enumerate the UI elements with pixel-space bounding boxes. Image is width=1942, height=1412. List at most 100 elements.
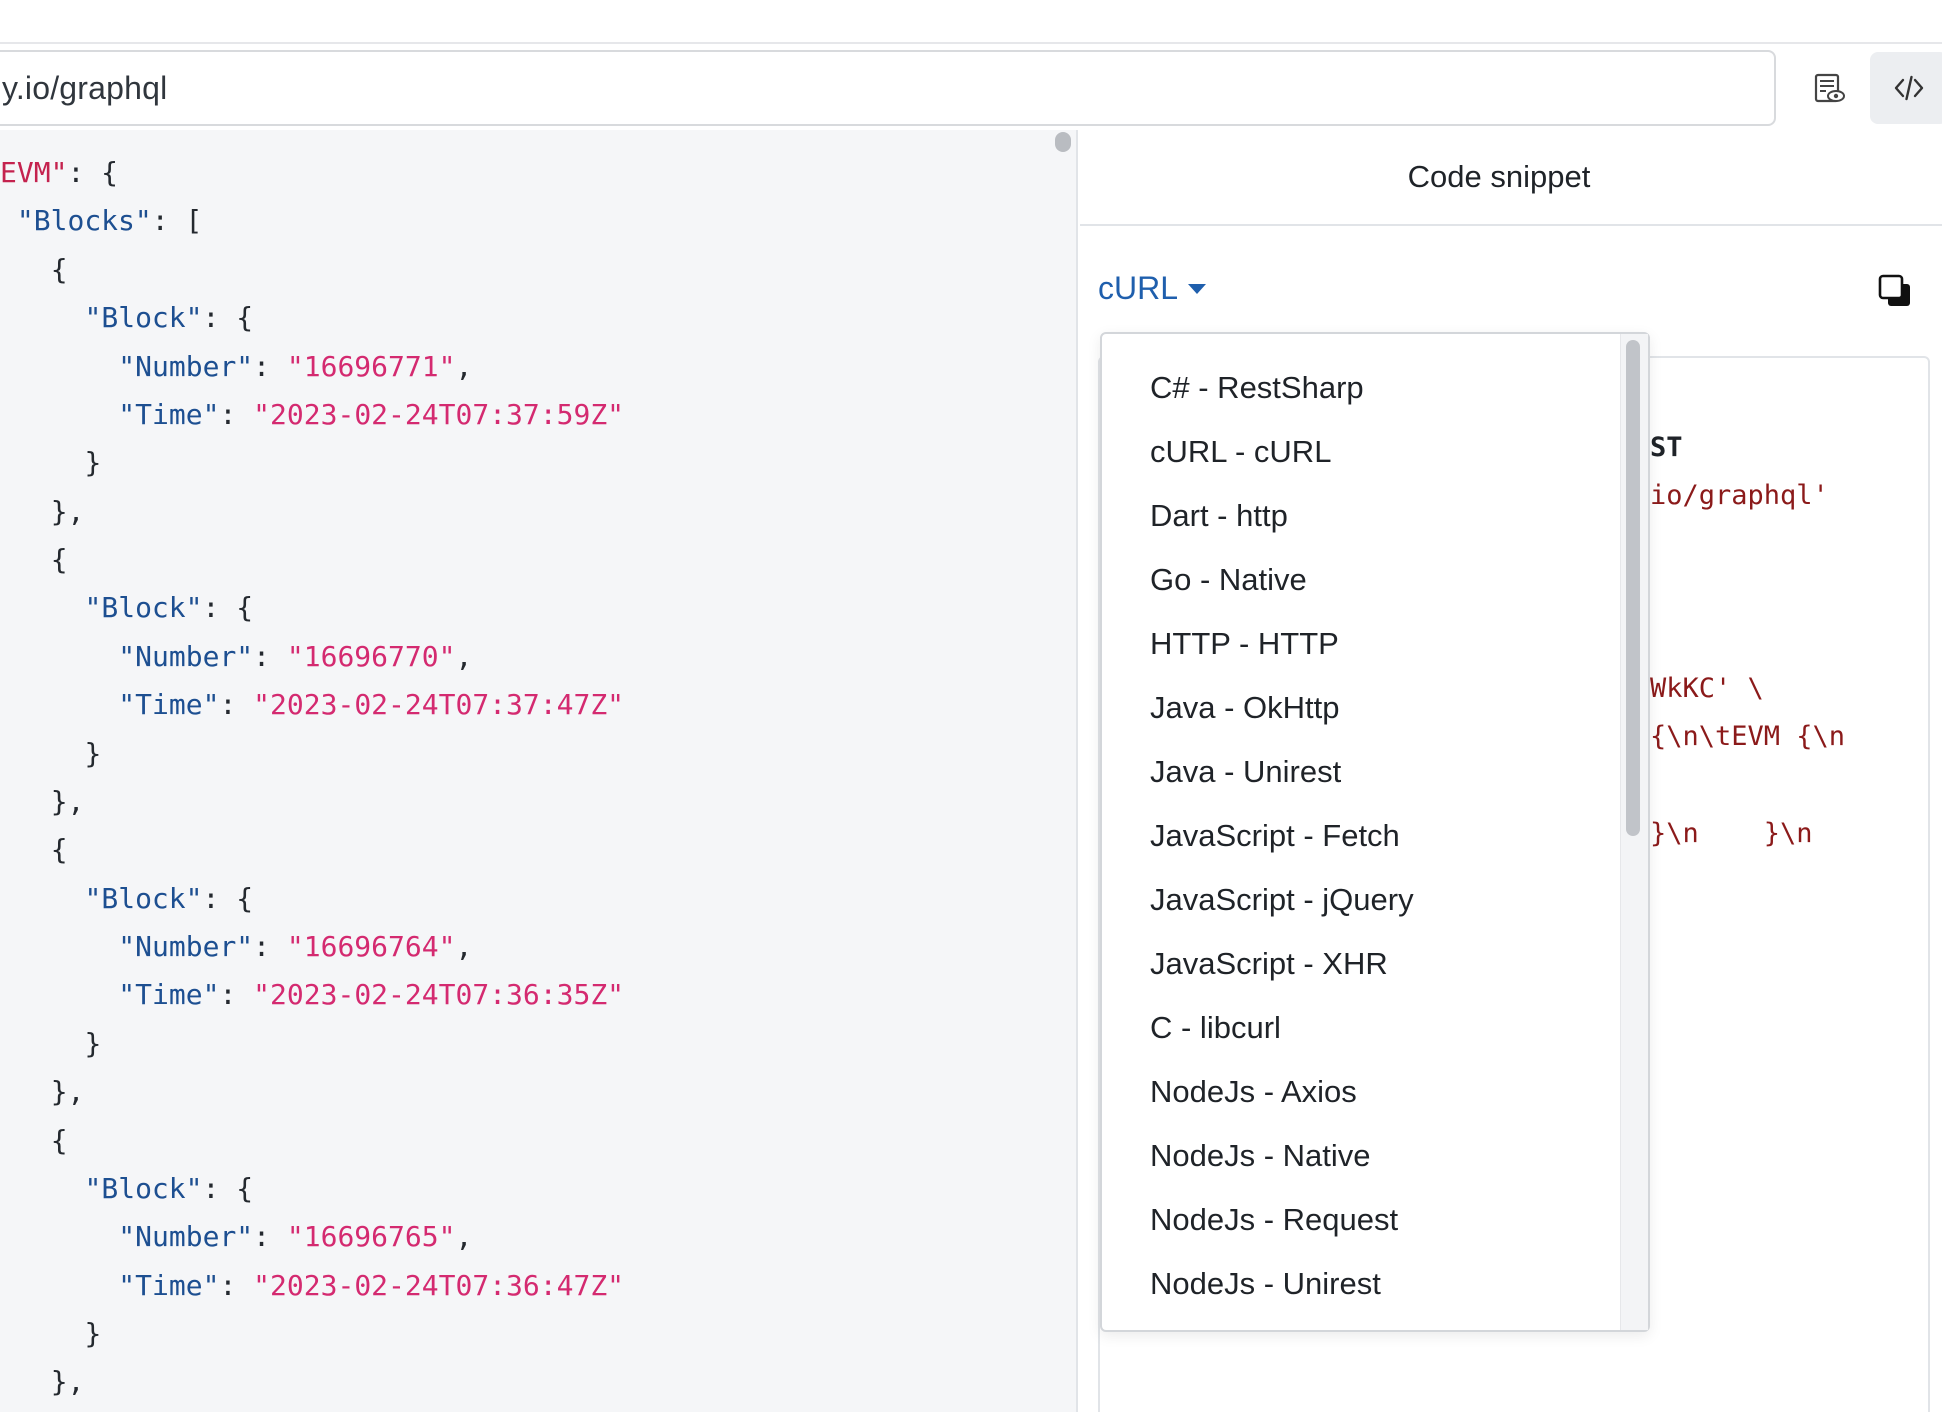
- language-menu-item[interactable]: JavaScript - jQuery: [1150, 872, 1414, 928]
- json-value: "16696765": [286, 1220, 456, 1254]
- snippet-code-line: WkKC' \: [1650, 673, 1764, 704]
- json-punct: : {: [67, 156, 119, 189]
- json-line: {: [51, 246, 68, 294]
- json-key: EVM": [0, 156, 68, 189]
- language-menu-item[interactable]: NodeJs - Request: [1150, 1192, 1398, 1248]
- response-json-pane[interactable]: EVM": {"Blocks": [{"Block": {"Number": "…: [0, 130, 1048, 1412]
- preview-button[interactable]: [1790, 52, 1868, 124]
- json-line: {: [51, 826, 68, 874]
- json-key: "Blocks": [16, 204, 152, 238]
- language-menu-item[interactable]: Go - Native: [1150, 552, 1307, 608]
- language-menu-item[interactable]: HTTP - HTTP: [1150, 616, 1339, 672]
- endpoint-url-field[interactable]: y.io/graphql: [0, 50, 1776, 126]
- json-line: {: [51, 1117, 68, 1165]
- json-line: "Blocks": [: [17, 197, 202, 245]
- json-punct: ,: [455, 349, 473, 383]
- json-line: "Block": {: [85, 584, 254, 632]
- json-line: EVM": {: [0, 149, 118, 197]
- json-value: "2023-02-24T07:37:59Z": [253, 397, 625, 431]
- json-punct: {: [50, 252, 68, 286]
- json-line: },: [51, 1068, 85, 1116]
- language-select[interactable]: cURL: [1098, 266, 1207, 310]
- json-line: "Block": {: [85, 875, 254, 923]
- json-value: "16696764": [286, 930, 456, 963]
- json-punct: :: [253, 639, 287, 673]
- json-punct: ,: [455, 1220, 473, 1254]
- json-value: "16696770": [286, 639, 456, 673]
- json-punct: :: [253, 930, 287, 963]
- json-value: "2023-02-24T07:36:35Z": [253, 978, 625, 1012]
- response-scroll-thumb[interactable]: [1055, 132, 1071, 152]
- snippet-code-line: {\n\tEVM {\n: [1650, 721, 1846, 753]
- language-menu-item[interactable]: C - libcurl: [1150, 1000, 1281, 1056]
- json-punct: },: [50, 1075, 85, 1109]
- json-line: },: [51, 1358, 85, 1406]
- top-strip: [0, 0, 1942, 44]
- language-menu-item[interactable]: NodeJs - Unirest: [1150, 1256, 1381, 1312]
- snippet-header: Code snippet: [1080, 130, 1942, 226]
- json-value: "16696771": [286, 349, 456, 383]
- snippet-code-line: ST: [1650, 432, 1683, 463]
- code-brackets-icon: [1894, 75, 1924, 101]
- json-line: "Time": "2023-02-24T07:36:35Z": [118, 971, 624, 1019]
- json-key: "Number": [118, 1220, 254, 1254]
- json-punct: :: [219, 397, 254, 431]
- language-menu-item[interactable]: C# - RestSharp: [1150, 360, 1364, 416]
- json-punct: ,: [455, 639, 473, 673]
- json-key: "Time": [118, 688, 220, 722]
- json-value: "2023-02-24T07:37:47Z": [253, 688, 625, 722]
- json-punct: },: [50, 494, 85, 528]
- json-punct: : {: [202, 591, 254, 625]
- json-punct: : [: [151, 204, 203, 238]
- json-line: "Number": "16696770",: [118, 633, 472, 681]
- json-punct: }: [84, 736, 102, 770]
- json-value: "2023-02-24T07:36:47Z": [253, 1268, 625, 1302]
- json-line: }: [85, 439, 102, 487]
- json-punct: : {: [202, 1171, 254, 1205]
- json-key: "Block": [84, 1171, 203, 1205]
- snippet-code-line: io/graphql': [1650, 480, 1829, 512]
- json-line: "Time": "2023-02-24T07:36:47Z": [118, 1262, 624, 1310]
- json-punct: {: [50, 833, 68, 867]
- json-key: "Number": [118, 930, 254, 963]
- code-snippet-button[interactable]: [1870, 52, 1942, 124]
- copy-button[interactable]: [1876, 272, 1916, 312]
- json-line: },: [51, 488, 85, 536]
- json-punct: :: [253, 1220, 287, 1254]
- json-line: {: [51, 536, 68, 584]
- json-line: }: [85, 1020, 102, 1068]
- json-punct: ,: [455, 930, 473, 963]
- json-key: "Time": [118, 978, 220, 1012]
- snippet-title: Code snippet: [1407, 159, 1591, 194]
- language-menu-item[interactable]: JavaScript - XHR: [1150, 936, 1388, 992]
- language-menu: C# - RestSharp cURL - cURL Dart - http Go -…: [1100, 332, 1650, 1332]
- response-scroll-gutter[interactable]: [1048, 130, 1078, 1412]
- json-punct: :: [219, 1268, 254, 1302]
- json-line: }: [85, 1310, 102, 1358]
- language-menu-item[interactable]: NodeJs - Native: [1150, 1128, 1371, 1184]
- json-punct: {: [50, 1123, 68, 1157]
- json-key: "Number": [118, 639, 254, 673]
- caret-down-icon: [1188, 284, 1207, 294]
- json-line: "Block": {: [85, 294, 254, 342]
- json-punct: }: [84, 1317, 102, 1350]
- json-line: "Block": {: [85, 1165, 254, 1213]
- json-line: "Number": "16696765",: [118, 1213, 472, 1261]
- language-menu-item[interactable]: Java - OkHttp: [1150, 680, 1340, 736]
- language-select-label: cURL: [1098, 269, 1179, 306]
- json-punct: :: [219, 688, 254, 722]
- json-line: "Number": "16696771",: [118, 343, 472, 391]
- json-key: "Number": [118, 349, 254, 383]
- language-menu-item[interactable]: cURL - cURL: [1150, 424, 1331, 480]
- endpoint-url-text: y.io/graphql: [2, 69, 168, 106]
- app-window: y.io/graphql EVM": {"Blocks": [{"Block":…: [0, 0, 1942, 1412]
- json-line: }: [85, 730, 102, 778]
- language-menu-item[interactable]: Java - Unirest: [1150, 744, 1341, 800]
- language-menu-scroll-thumb[interactable]: [1626, 340, 1640, 836]
- language-menu-item[interactable]: JavaScript - Fetch: [1150, 808, 1400, 864]
- json-punct: :: [253, 349, 287, 383]
- language-menu-item[interactable]: Dart - http: [1150, 488, 1288, 544]
- language-menu-item[interactable]: NodeJs - Axios: [1150, 1064, 1357, 1120]
- snippet-code-line: }\n }\n: [1650, 817, 1813, 849]
- json-punct: :: [219, 978, 254, 1012]
